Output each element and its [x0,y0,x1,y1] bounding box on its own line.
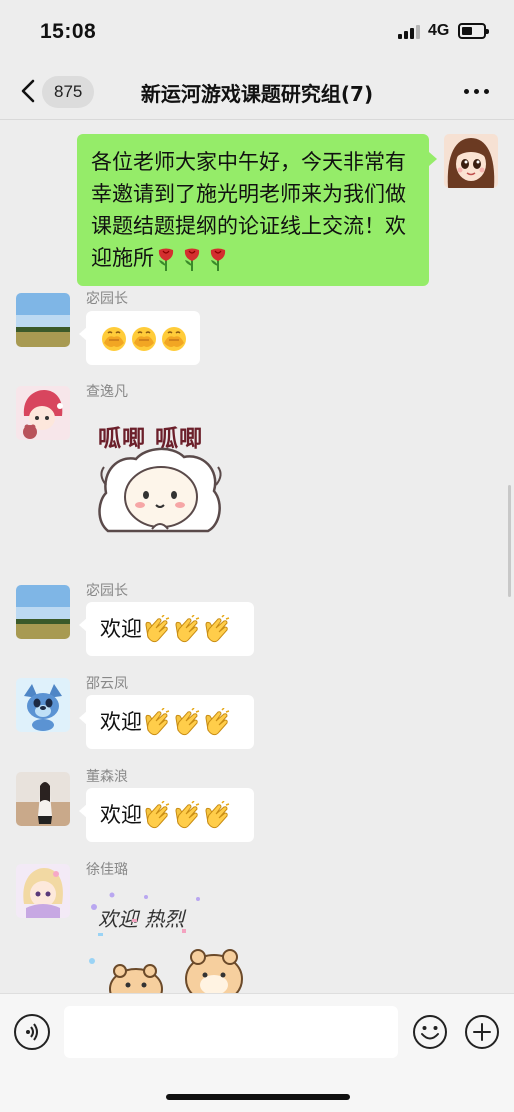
clap-emoji [205,801,230,829]
sender-name: 董森浪 [86,769,128,785]
chevron-left-icon[interactable] [16,78,42,104]
sticker-message[interactable]: 呱唧 呱唧 [88,411,238,561]
plus-icon[interactable] [464,1014,500,1050]
avatar[interactable] [16,585,70,639]
message-text: 欢迎 [100,803,142,827]
sender-name: 宓园长 [86,583,128,599]
clap-emoji [175,615,200,643]
emoji-group [142,615,230,645]
message-list[interactable]: 各位老师大家中午好，今天非常有幸邀请到了施光明老师来为我们做课题结题提纲的论证线… [0,121,514,993]
emoji-group [142,708,230,738]
welcome-hamsters-sticker [89,892,243,993]
clap-emoji [205,615,230,643]
sender-name: 宓园长 [86,291,128,307]
clap-emoji [175,708,200,736]
clap-emoji [145,801,170,829]
emoji-group [100,324,188,354]
message-bubble-mine[interactable]: 各位老师大家中午好，今天非常有幸邀请到了施光明老师来为我们做课题结题提纲的论证线… [77,134,437,286]
unread-count-badge[interactable]: 875 [42,76,95,108]
rose-emoji [184,248,200,271]
emoji-group [142,801,230,831]
avatar[interactable] [16,678,70,732]
avatar[interactable] [16,386,70,440]
message-input[interactable] [64,1006,398,1058]
clap-emoji [145,615,170,643]
smiley-icon[interactable] [412,1014,448,1050]
handshake-emoji [132,327,156,351]
status-bar: 15:08 4G [0,0,514,62]
avatar[interactable] [16,293,70,347]
rose-emoji [210,248,226,271]
status-time: 15:08 [40,20,97,43]
sender-name: 查逸凡 [86,384,128,400]
rose-emoji [158,248,174,271]
emoji-group [154,246,230,272]
message-text: 各位老师大家中午好，今天非常有幸邀请到了施光明老师来为我们做课题结题提纲的论证线… [91,150,406,270]
signal-icon [398,25,422,39]
clap-emoji [175,801,200,829]
handshake-emoji [162,327,186,351]
home-indicator [166,1094,350,1100]
handshake-emoji [102,327,126,351]
message-bubble[interactable]: 欢迎 [79,788,254,842]
chat-header: 875 新运河游戏课题研究组(7) [0,62,514,120]
scrollbar-thumb[interactable] [508,485,511,597]
voice-icon[interactable] [14,1014,50,1050]
network-type: 4G [428,22,450,39]
avatar[interactable] [16,864,70,918]
message-text: 欢迎 [100,710,142,734]
message-bubble[interactable]: 欢迎 [79,602,254,656]
chat-title: 新运河游戏课题研究组(7) [140,82,374,106]
clap-emoji [145,708,170,736]
battery-icon [458,23,489,39]
message-text: 欢迎 [100,617,142,641]
avatar[interactable] [16,772,70,826]
clapping-sheep-sticker [98,447,222,533]
my-avatar[interactable] [444,134,498,188]
sticker-message[interactable]: 欢迎 热烈 [86,889,244,993]
sender-name: 徐佳璐 [86,862,128,878]
message-bubble[interactable] [79,311,200,365]
sender-name: 邵云凤 [86,676,128,692]
clap-emoji [205,708,230,736]
message-bubble[interactable]: 欢迎 [79,695,254,749]
ellipsis-icon[interactable] [462,84,492,98]
